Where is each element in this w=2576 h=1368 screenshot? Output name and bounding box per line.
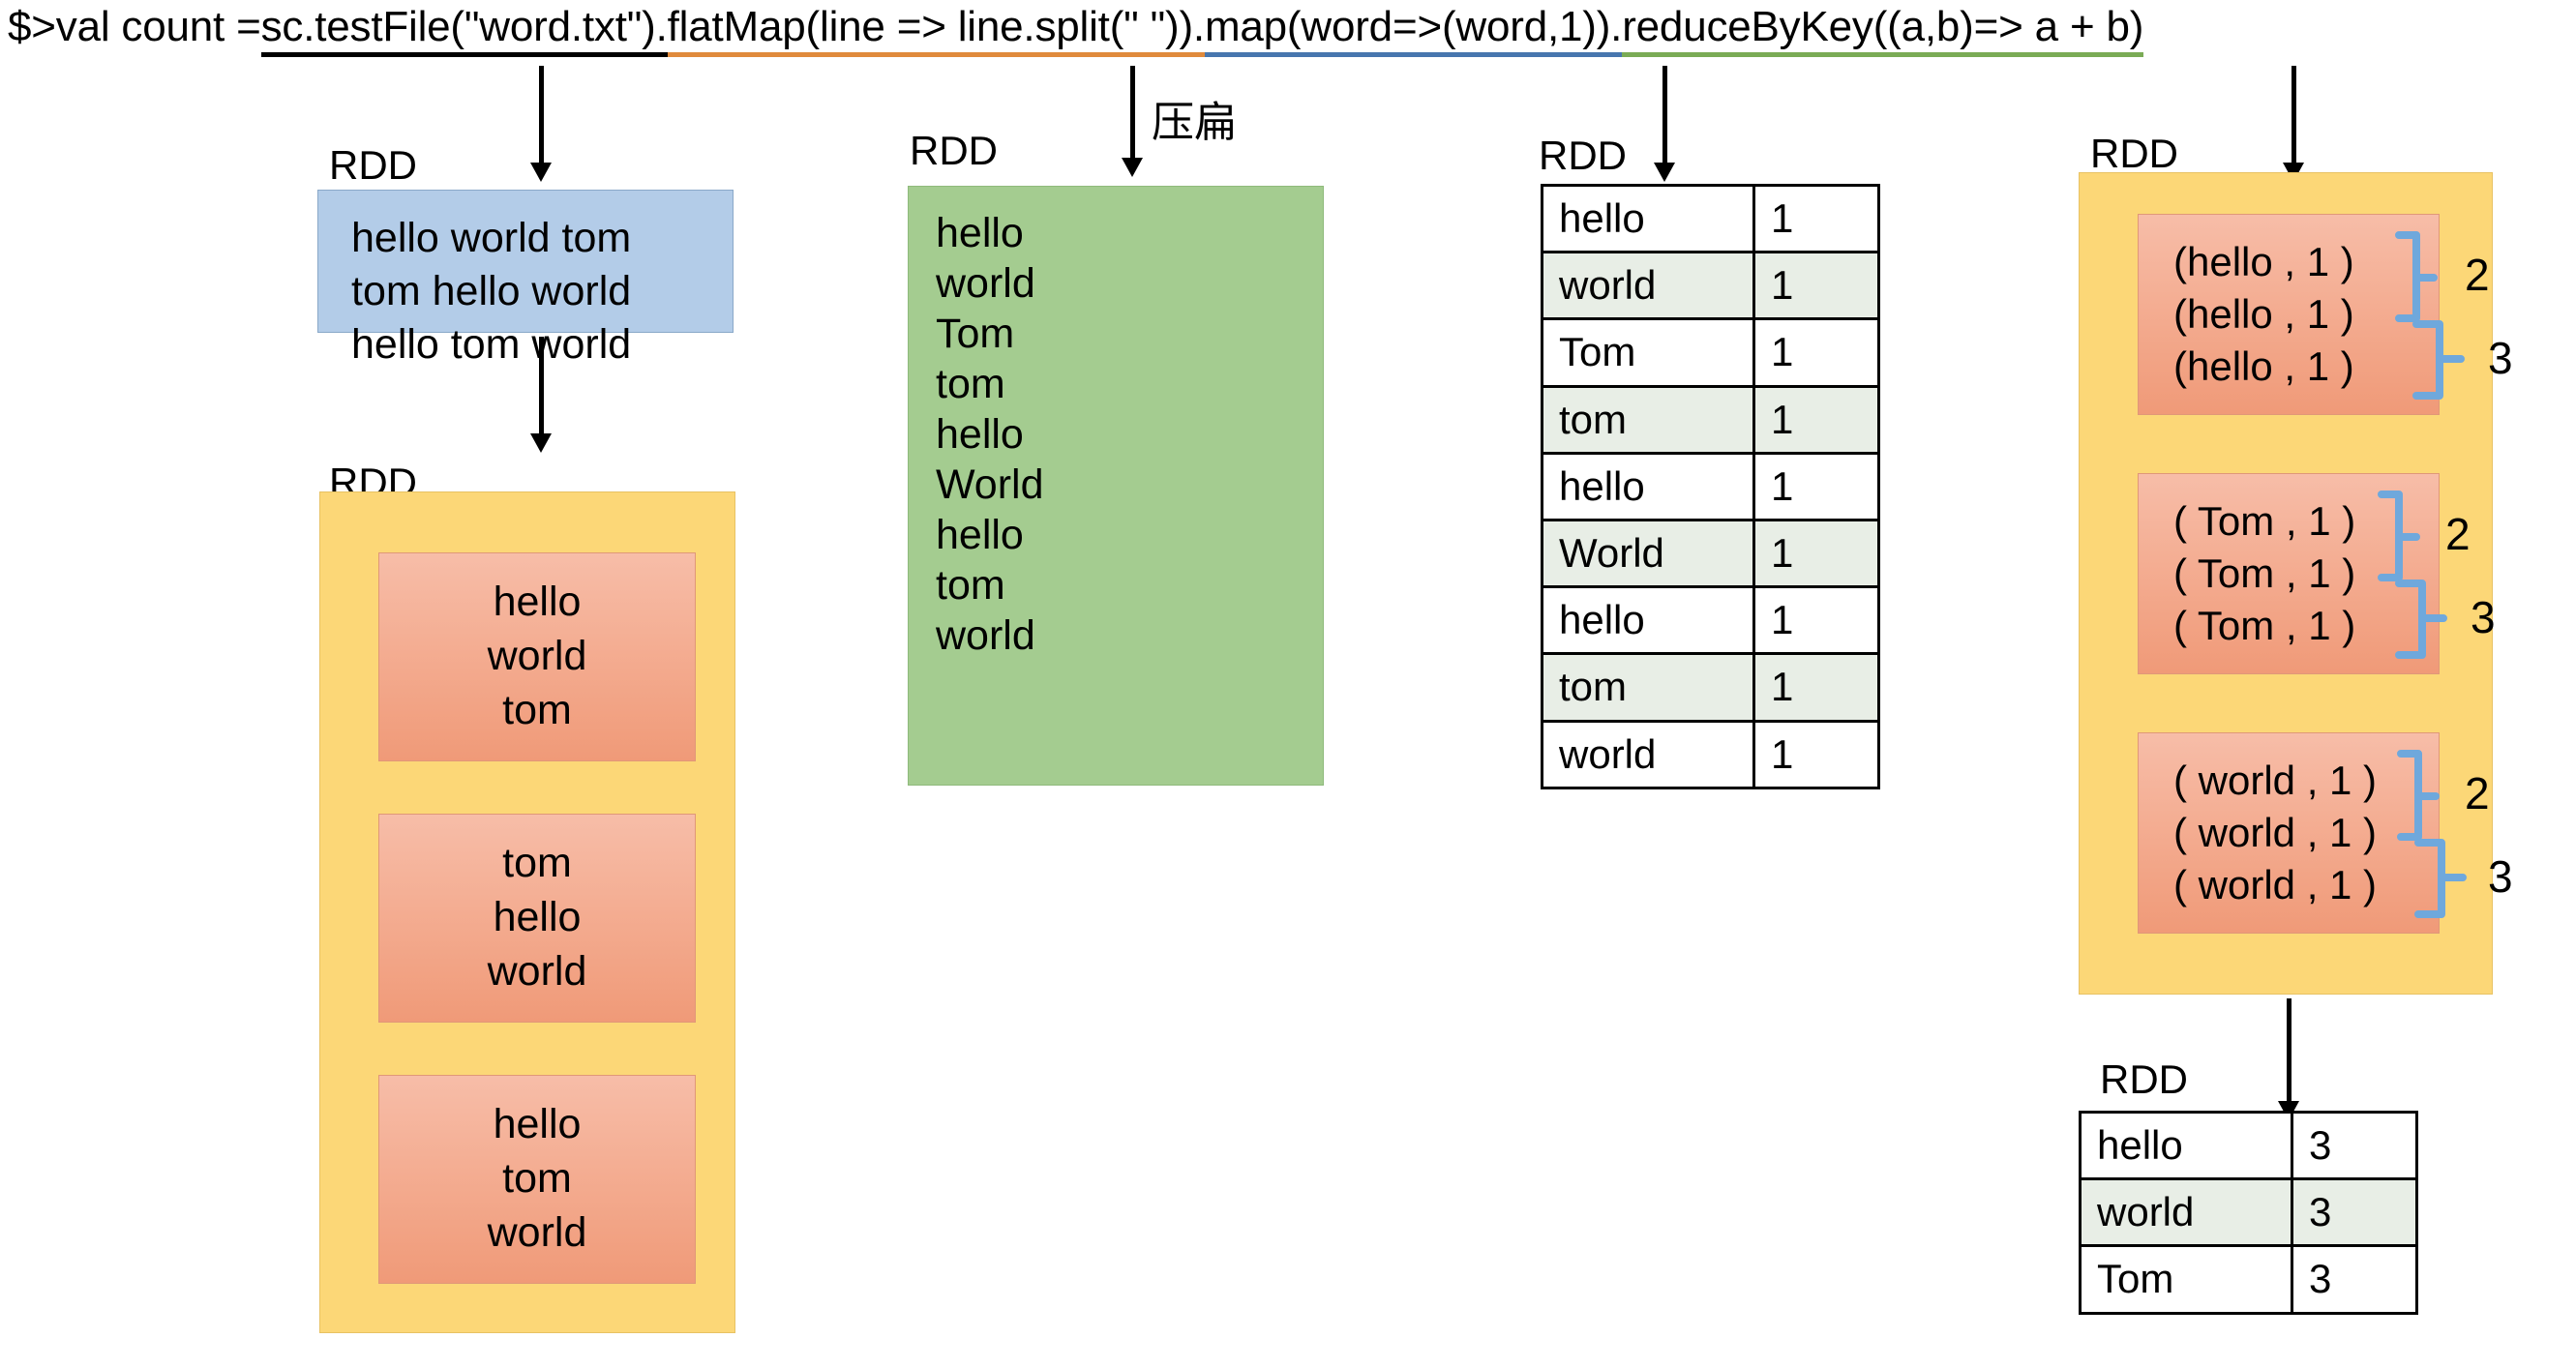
rdd-partitions-box: hello world tom tom hello world hello to… bbox=[319, 491, 735, 1333]
reduce-hello-total: 3 bbox=[2488, 333, 2513, 383]
partition-1: hello world tom bbox=[378, 552, 696, 761]
map-row-8-value: 1 bbox=[1752, 652, 1880, 723]
partition-1-line-3: tom bbox=[502, 686, 572, 733]
textfile-line-1: hello world tom bbox=[351, 215, 632, 261]
diagram-canvas: $>val count = sc.testFile("word.txt").fl… bbox=[0, 0, 2576, 1368]
brace-icon bbox=[2378, 491, 2447, 659]
arrow-flatmap-to-rdd bbox=[1118, 66, 1147, 177]
map-row-5-key: hello bbox=[1541, 451, 1755, 521]
label-rdd-flatmap: RDD bbox=[910, 128, 998, 173]
partition-2-line-1: tom bbox=[502, 840, 572, 887]
table-row: world 3 bbox=[2079, 1177, 2418, 1248]
table-row: Tom 3 bbox=[2079, 1244, 2418, 1315]
rdd-flatmap-box: hello world Tom tom hello World hello to… bbox=[908, 186, 1324, 786]
table-row: world 1 bbox=[1541, 719, 1880, 789]
flatmap-word-2: world bbox=[936, 260, 1035, 308]
partition-2-line-3: world bbox=[487, 947, 587, 995]
label-rdd-reduce: RDD bbox=[2090, 131, 2178, 176]
partition-1-line-2: world bbox=[487, 633, 587, 680]
map-row-3-value: 1 bbox=[1752, 317, 1880, 388]
flatmap-word-1: hello bbox=[936, 210, 1024, 256]
arrow-textfile-to-partitions bbox=[526, 337, 555, 453]
arrow-textfile-to-rdd bbox=[526, 66, 555, 182]
map-row-7-value: 1 bbox=[1752, 585, 1880, 656]
arrow-map-to-rdd bbox=[1650, 66, 1679, 182]
flatmap-word-6: World bbox=[936, 461, 1044, 509]
map-row-9-value: 1 bbox=[1752, 719, 1880, 789]
map-row-7-key: hello bbox=[1541, 585, 1755, 656]
partition-2-line-2: hello bbox=[493, 894, 582, 941]
partition-3: hello tom world bbox=[378, 1075, 696, 1284]
reduce-world-total: 3 bbox=[2488, 851, 2513, 902]
label-rdd-map: RDD bbox=[1539, 133, 1627, 178]
map-row-6-value: 1 bbox=[1752, 518, 1880, 589]
result-row-1-value: 3 bbox=[2291, 1110, 2418, 1181]
rdd-textfile-box: hello world tom tom hello world hello to… bbox=[317, 190, 734, 368]
table-row: tom 1 bbox=[1541, 384, 1880, 455]
brace-group-hello bbox=[2389, 214, 2515, 415]
table-row: world 1 bbox=[1541, 251, 1880, 321]
spark-code-line: $>val count = sc.testFile("word.txt").fl… bbox=[8, 6, 2143, 57]
label-flatten-annotation: 压扁 bbox=[1152, 98, 1237, 147]
partition-1-line-1: hello bbox=[493, 579, 582, 626]
textfile-line-2: tom hello world bbox=[351, 268, 632, 315]
code-segment-textfile[interactable]: sc.testFile("word.txt"). bbox=[260, 6, 668, 57]
table-row: hello 1 bbox=[1541, 451, 1880, 521]
partition-3-line-3: world bbox=[487, 1208, 587, 1256]
result-row-2-value: 3 bbox=[2291, 1177, 2418, 1248]
partition-2: tom hello world bbox=[378, 814, 696, 1023]
map-row-5-value: 1 bbox=[1752, 451, 1880, 521]
result-row-3-key: Tom bbox=[2079, 1244, 2293, 1315]
map-row-2-key: world bbox=[1541, 251, 1755, 321]
table-row: hello 1 bbox=[1541, 183, 1880, 254]
map-row-6-key: World bbox=[1541, 518, 1755, 589]
brace-icon bbox=[2397, 750, 2467, 918]
map-pairs-table: hello 1 world 1 Tom 1 tom 1 hello 1 Worl… bbox=[1541, 183, 1880, 789]
table-row: hello 3 bbox=[2079, 1110, 2418, 1181]
result-row-3-value: 3 bbox=[2291, 1244, 2418, 1315]
partition-3-line-2: tom bbox=[502, 1155, 572, 1203]
flatmap-word-7: hello bbox=[936, 512, 1024, 559]
flatmap-word-9: world bbox=[936, 612, 1035, 660]
map-row-4-value: 1 bbox=[1752, 384, 1880, 455]
map-row-8-key: tom bbox=[1541, 652, 1755, 723]
brace-icon bbox=[2395, 231, 2465, 400]
brace-group-world bbox=[2391, 732, 2517, 934]
result-table: hello 3 world 3 Tom 3 bbox=[2079, 1110, 2418, 1315]
table-row: Tom 1 bbox=[1541, 317, 1880, 388]
label-rdd-textfile: RDD bbox=[329, 142, 417, 188]
reduce-tom-total: 3 bbox=[2471, 592, 2496, 642]
map-row-1-value: 1 bbox=[1752, 183, 1880, 254]
partition-3-line-1: hello bbox=[493, 1101, 582, 1148]
table-row: tom 1 bbox=[1541, 652, 1880, 723]
flatmap-word-3: Tom bbox=[936, 311, 1015, 358]
arrow-reduce-to-result bbox=[2274, 998, 2303, 1120]
result-row-2-key: world bbox=[2079, 1177, 2293, 1248]
map-row-2-value: 1 bbox=[1752, 251, 1880, 321]
map-row-9-key: world bbox=[1541, 719, 1755, 789]
reduce-hello-partial: 2 bbox=[2465, 250, 2490, 300]
code-segment-map[interactable]: map(word=>(word,1)). bbox=[1204, 6, 1622, 57]
map-row-4-key: tom bbox=[1541, 384, 1755, 455]
table-row: hello 1 bbox=[1541, 585, 1880, 656]
code-segment-flatmap[interactable]: flatMap(line => line.split(" ")). bbox=[667, 6, 1205, 57]
table-row: World 1 bbox=[1541, 518, 1880, 589]
code-prefix: $>val count = bbox=[8, 3, 261, 50]
arrow-reducebykey-to-rdd bbox=[2279, 66, 2308, 182]
brace-group-tom bbox=[2372, 473, 2498, 674]
flatmap-word-4: tom bbox=[936, 361, 1005, 408]
reduce-world-partial: 2 bbox=[2465, 768, 2490, 818]
code-segment-reducebykey[interactable]: reduceByKey((a,b)=> a + b) bbox=[1622, 6, 2143, 57]
flatmap-word-5: hello bbox=[936, 411, 1024, 459]
result-row-1-key: hello bbox=[2079, 1110, 2293, 1181]
reduce-tom-partial: 2 bbox=[2445, 509, 2471, 559]
map-row-3-key: Tom bbox=[1541, 317, 1755, 388]
map-row-1-key: hello bbox=[1541, 183, 1755, 254]
flatmap-word-8: tom bbox=[936, 562, 1005, 610]
label-rdd-result: RDD bbox=[2100, 1056, 2188, 1102]
rdd-reduce-box: (hello , 1 ) (hello , 1 ) (hello , 1 ) 2… bbox=[2079, 172, 2513, 995]
